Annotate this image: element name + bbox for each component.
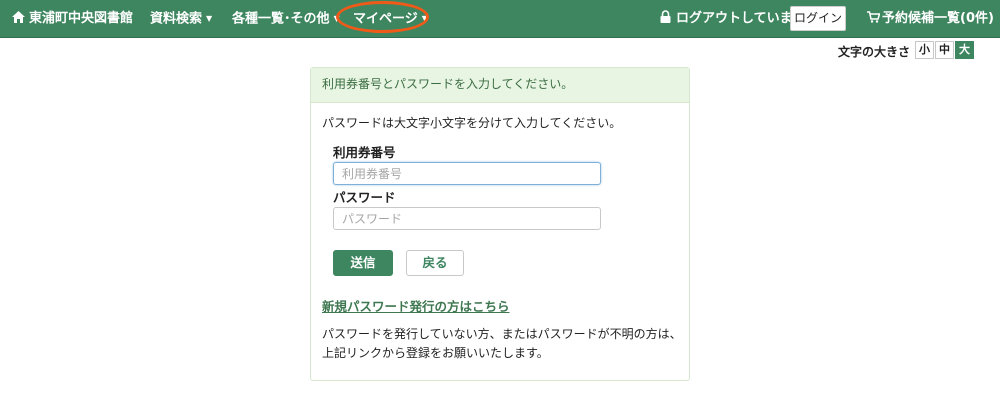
cart-icon	[867, 11, 880, 23]
menu-search[interactable]: 資料検索 ▼	[150, 0, 212, 38]
lock-icon	[660, 10, 671, 23]
menu-list[interactable]: 各種一覧･その他 ▼	[232, 0, 340, 38]
reservation-cart-link[interactable]: 予約候補一覧(0件)	[867, 0, 994, 38]
home-icon	[12, 11, 25, 23]
menu-search-label: 資料検索	[150, 11, 203, 27]
logout-status: ログアウトしています	[660, 0, 806, 38]
menu-mypage-label: マイページ	[353, 11, 418, 27]
card-number-label: 利用券番号	[333, 145, 396, 160]
card-number-input[interactable]	[333, 162, 601, 185]
password-instruction: パスワードは大文字小文字を分けて入力してください。	[322, 116, 622, 130]
registration-note-line2: 上記リンクから登録をお願いいたします。	[322, 346, 549, 360]
menu-mypage[interactable]: マイページ ▼	[353, 0, 428, 38]
font-size-small-button[interactable]: 小	[915, 41, 934, 59]
password-input[interactable]	[333, 207, 601, 230]
login-panel: 利用券番号とパスワードを入力してください。 パスワードは大文字小文字を分けて入力…	[310, 67, 690, 381]
font-size-medium-button[interactable]: 中	[935, 41, 954, 59]
font-size-large-button[interactable]: 大	[955, 41, 974, 59]
registration-note: パスワードを発行していない方、またはパスワードが不明の方は、 上記リンクから登録…	[322, 325, 682, 363]
home-link[interactable]: 東浦町中央図書館	[12, 0, 133, 38]
panel-heading: 利用券番号とパスワードを入力してください。	[311, 68, 689, 103]
password-label: パスワード	[333, 190, 396, 205]
site-title: 東浦町中央図書館	[29, 11, 134, 26]
back-button[interactable]: 戻る	[406, 250, 464, 276]
new-password-link[interactable]: 新規パスワード発行の方はこちら	[322, 296, 510, 315]
chevron-down-icon: ▼	[421, 14, 428, 23]
menu-list-label: 各種一覧･その他	[232, 11, 330, 27]
logout-status-text: ログアウトしています	[676, 11, 806, 26]
submit-button[interactable]: 送信	[333, 250, 393, 276]
login-button[interactable]: ログイン	[790, 6, 846, 31]
reservation-cart-label: 予約候補一覧(0件)	[882, 11, 994, 26]
chevron-down-icon: ▼	[333, 14, 340, 23]
registration-note-line1: パスワードを発行していない方、またはパスワードが不明の方は、	[322, 327, 682, 341]
font-size-label: 文字の大きさ	[838, 45, 911, 59]
chevron-down-icon: ▼	[206, 14, 213, 23]
top-navbar: 東浦町中央図書館 資料検索 ▼ 各種一覧･その他 ▼ マイページ ▼ ログアウトしてい…	[0, 0, 1000, 38]
